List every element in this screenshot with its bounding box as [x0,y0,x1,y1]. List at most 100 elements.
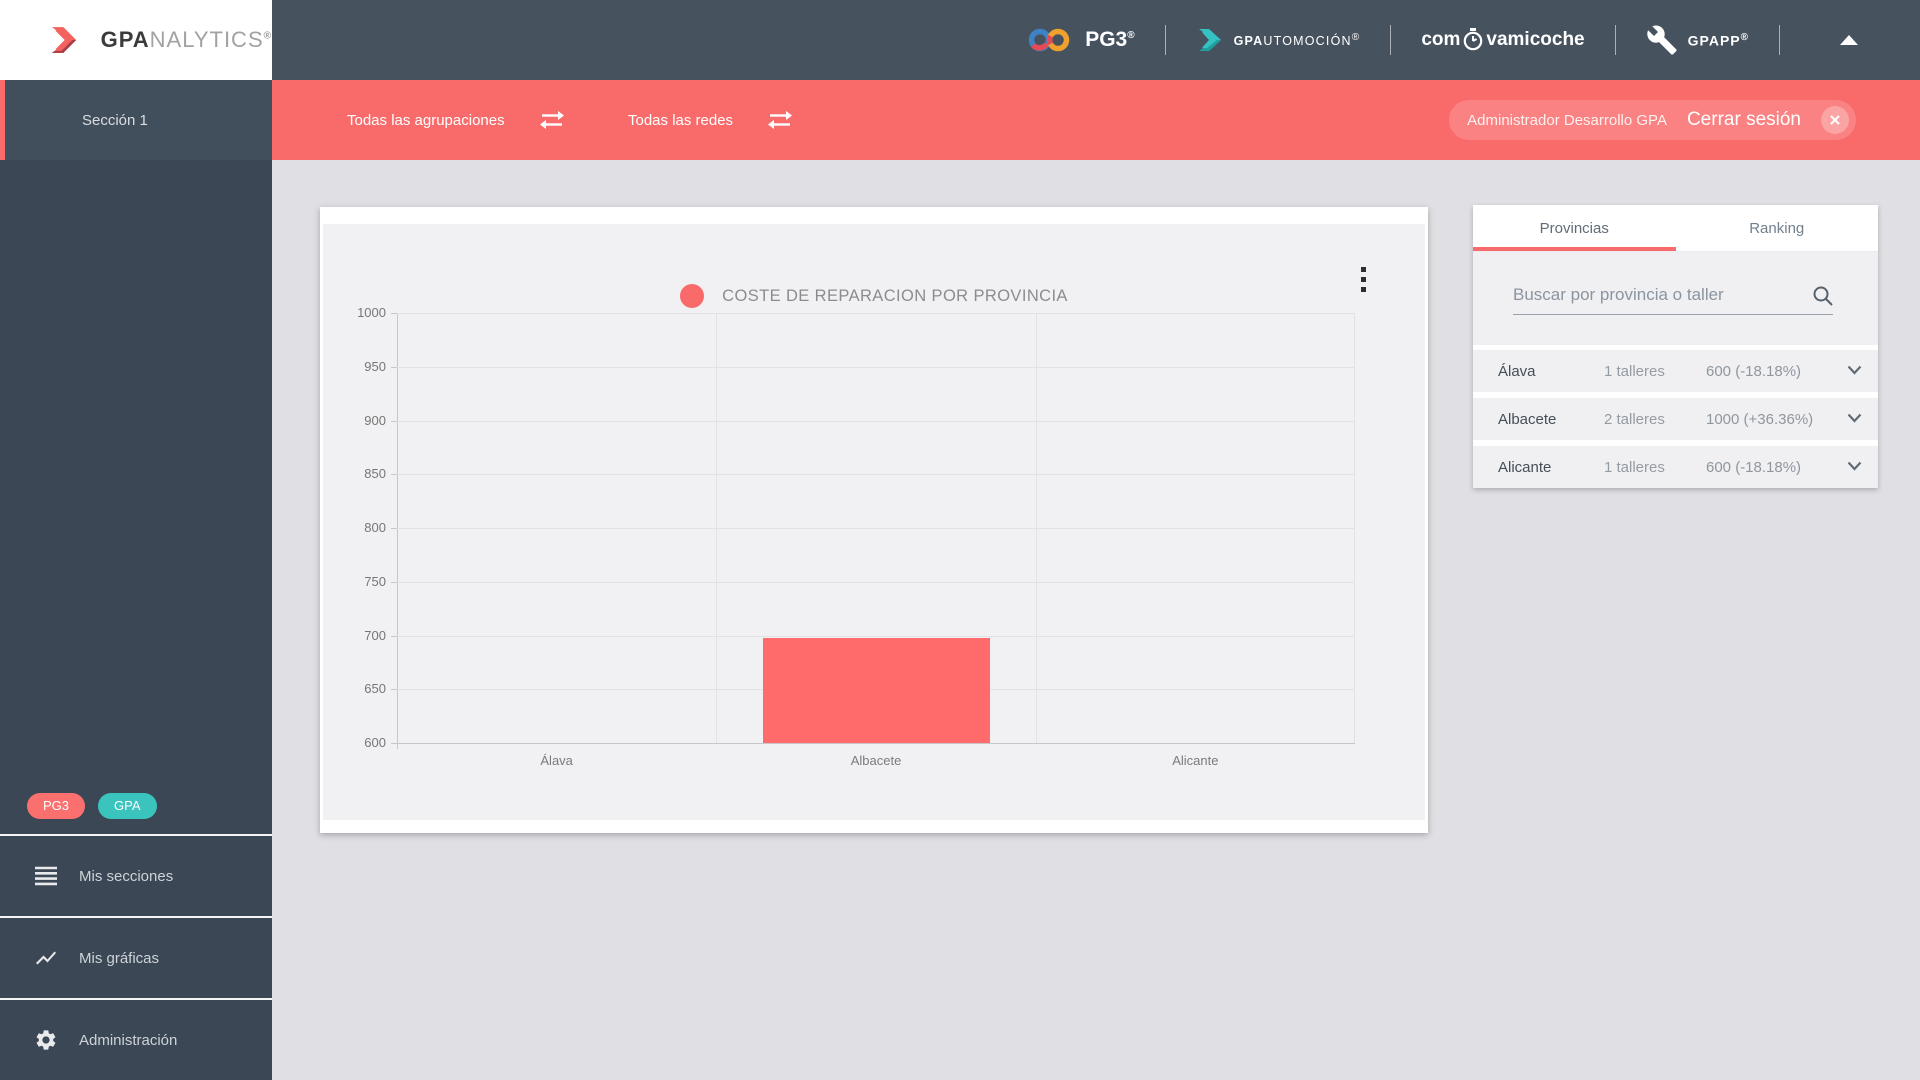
header-separator [1390,25,1392,55]
province-row-alicante[interactable]: Alicante 1 talleres 600 (-18.18%) [1473,446,1878,488]
tab-provincias[interactable]: Provincias [1473,205,1676,251]
y-tick [391,474,397,476]
comeva-suffix: vamicoche [1486,29,1585,50]
gpa-badge[interactable]: GPA [98,793,157,819]
province-name: Albacete [1498,410,1557,428]
sidebar-badges: PG3 GPA [27,793,157,819]
comevamicoche-logo: com vamicoche [1421,28,1585,52]
bar-albacete[interactable] [762,638,990,743]
y-tick-label: 850 [364,466,386,482]
y-tick-label: 800 [364,520,386,535]
header-separator [1614,25,1616,55]
y-tick-label: 750 [364,573,386,589]
y-tick [391,581,397,583]
bar-chart-plot [391,313,1355,749]
y-tick-label: 950 [364,358,386,374]
redes-filter[interactable]: Todas las redes [628,80,793,160]
province-talleres: 1 talleres [1604,458,1665,476]
swap-icon [539,111,564,129]
province-value: 1000 (+36.36%) [1706,410,1814,428]
gpautomocion-logo: GPAUTOMOCIÓN® [1196,27,1361,53]
chart-card: COSTE DE REPARACION POR PROVINCIA 1000 95… [320,207,1428,833]
pg3-label: PG3® [1085,28,1135,51]
chart-line-icon [36,951,56,965]
chart-title-row: COSTE DE REPARACION POR PROVINCIA [320,284,1428,308]
province-value: 600 (-18.18%) [1706,362,1802,380]
province-value: 600 (-18.18%) [1706,458,1802,476]
gridline [397,528,1355,529]
x-category-label: Álava [540,753,573,768]
automocion-arrow-icon [1198,29,1221,51]
top-header: PG3® GPAUTOMOCIÓN® com vamicoche GPAPP® [272,0,1920,80]
filter-toolbar: Todas las agrupaciones Todas las redes A… [272,80,1920,160]
province-name: Álava [1498,362,1536,380]
wrench-icon [1646,25,1677,55]
user-session-pill: Administrador Desarrollo GPA Cerrar sesi… [1449,100,1856,140]
app-root: GPANALYTICS® PG3® GPAUTOMOCIÓN® com vami… [0,0,1920,1080]
panel-tabs: Provincias Ranking [1473,205,1878,252]
comeva-prefix: com [1421,29,1461,50]
sidebar-item-mis-graficas[interactable]: Mis gráficas [0,916,272,998]
gpa-arrow-icon [51,27,77,53]
menu-item-label: Administración [79,1031,178,1049]
menu-item-label: Mis gráficas [79,949,160,967]
provinces-panel: Provincias Ranking Álava 1 talleres 600 (-… [1473,205,1878,488]
sidebar-item-mis-secciones[interactable]: Mis secciones [0,834,272,916]
panel-search [1473,252,1878,345]
x-category-label: Alicante [1172,753,1219,768]
tab-ranking[interactable]: Ranking [1676,205,1879,251]
gridline [397,581,1355,583]
close-icon [1830,115,1840,125]
chevron-down-icon[interactable] [1847,365,1862,375]
gridline [397,313,1355,314]
gridline-vertical [1035,313,1037,743]
y-tick [391,313,397,314]
chart-menu-button[interactable] [1361,262,1366,297]
header-separator [1164,25,1166,55]
y-tick [391,528,397,529]
province-name: Alicante [1498,458,1552,476]
sidebar-item-administracion[interactable]: Administración [0,998,272,1080]
clock-icon [1464,28,1483,51]
redes-label: Todas las redes [628,111,734,129]
gridline [397,743,1355,744]
province-row-álava[interactable]: Álava 1 talleres 600 (-18.18%) [1473,350,1878,392]
chart-title: COSTE DE REPARACION POR PROVINCIA [722,286,1068,305]
y-tick [391,743,397,744]
sidebar-item-seccion-1[interactable]: Sección 1 [0,80,272,160]
y-tick-label: 900 [364,412,386,428]
gridline-vertical [716,313,718,743]
gridline [397,420,1355,422]
y-tick-label: 600 [364,735,386,750]
logout-button[interactable]: Cerrar sesión [1687,109,1801,131]
province-list: Álava 1 talleres 600 (-18.18%) Albacete 2 ta… [1473,345,1878,488]
province-row-albacete[interactable]: Albacete 2 talleres 1000 (+36.36%) [1473,398,1878,440]
logout-icon[interactable] [1821,106,1849,134]
y-tick [391,689,397,691]
y-tick [391,366,397,368]
y-tick-label: 1000 [357,305,386,320]
y-tick [391,420,397,422]
y-axis-line [397,313,398,749]
menu-item-label: Mis secciones [79,867,174,885]
y-tick-label: 650 [364,681,386,697]
gridline [397,474,1355,476]
search-icon [1813,286,1833,306]
chevron-down-icon[interactable] [1847,413,1862,423]
agrupaciones-filter[interactable]: Todas las agrupaciones [347,80,565,160]
brand-logo: GPANALYTICS® [0,0,272,80]
collapse-header-button[interactable] [1840,35,1858,45]
sidebar-menu: Mis secciones Mis gráficas Administració… [0,834,272,1080]
gridline [397,635,1355,637]
section-label: Sección 1 [82,111,148,129]
gpapp-logo: GPAPP® [1646,24,1749,56]
legend-dot[interactable] [680,284,705,308]
pg3-badge[interactable]: PG3 [27,793,86,819]
swap-icon [768,111,793,129]
chevron-down-icon[interactable] [1847,461,1862,471]
y-tick-label: 700 [364,627,386,643]
search-input[interactable] [1513,285,1833,315]
pg3-logo: PG3® [1027,26,1135,54]
gridline [397,366,1355,368]
agrupaciones-label: Todas las agrupaciones [347,111,505,129]
